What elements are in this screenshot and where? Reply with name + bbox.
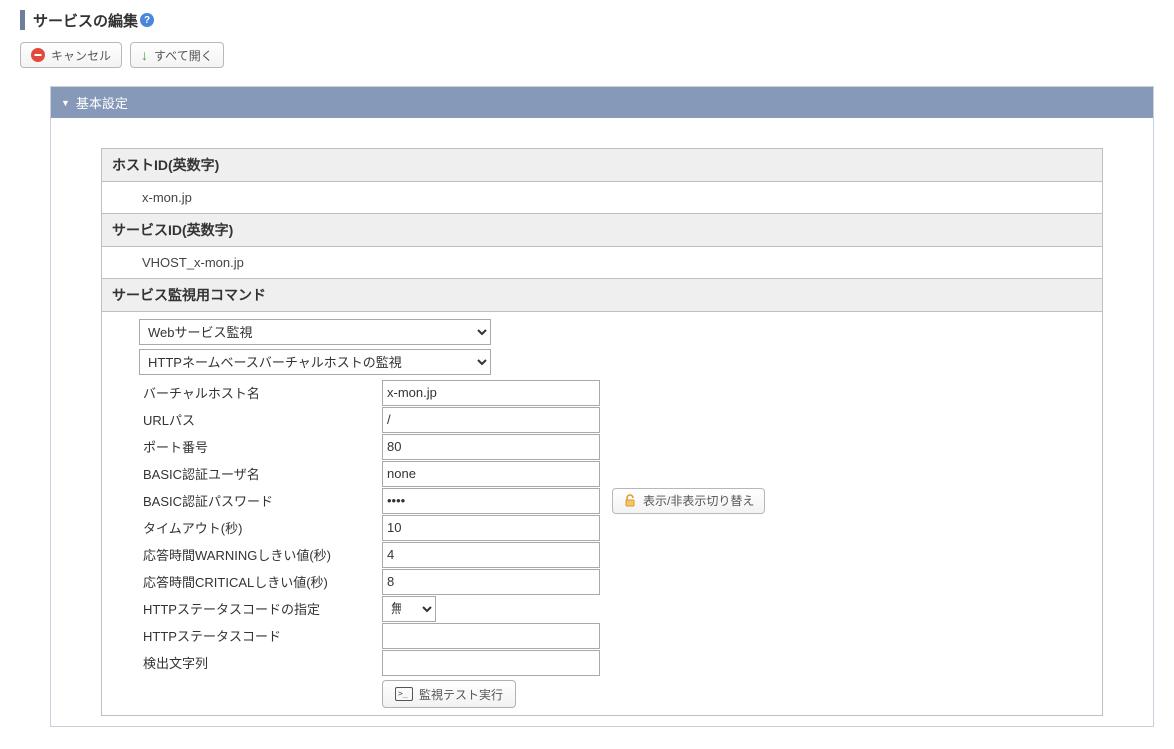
warn-input[interactable] — [382, 542, 600, 568]
command-category-select[interactable]: Webサービス監視 — [139, 319, 491, 345]
expand-all-label: すべて開く — [154, 47, 213, 64]
cancel-button-label: キャンセル — [51, 47, 111, 64]
cancel-icon — [31, 48, 45, 62]
basic-settings-header[interactable]: ▼ 基本設定 — [51, 87, 1153, 118]
toolbar: キャンセル ↓ すべて開く — [20, 42, 1154, 68]
http-status-mode-select[interactable]: 無効 — [382, 596, 436, 622]
timeout-label: タイムアウト(秒) — [139, 514, 378, 541]
collapse-icon: ▼ — [61, 98, 70, 108]
detect-string-label: 検出文字列 — [139, 649, 378, 676]
command-label: サービス監視用コマンド — [102, 279, 1103, 312]
run-test-label: 監視テスト実行 — [419, 686, 503, 703]
page-title: サービスの編集 — [33, 10, 138, 31]
vhost-input[interactable] — [382, 380, 600, 406]
basic-pass-input[interactable] — [382, 488, 600, 514]
port-label: ポート番号 — [139, 433, 378, 460]
expand-all-button[interactable]: ↓ すべて開く — [130, 42, 224, 68]
terminal-icon: >_ — [395, 687, 413, 701]
page-title-bar: サービスの編集 ? — [20, 10, 1154, 30]
command-plugin-select[interactable]: HTTPネームベースバーチャルホストの監視 — [139, 349, 491, 375]
toggle-password-button[interactable]: 表示/非表示切り替え — [612, 488, 765, 514]
basic-pass-label: BASIC認証パスワード — [139, 487, 378, 514]
help-icon[interactable]: ? — [140, 13, 154, 27]
crit-input[interactable] — [382, 569, 600, 595]
unlock-icon — [623, 494, 637, 508]
http-status-mode-label: HTTPステータスコードの指定 — [139, 595, 378, 622]
warn-label: 応答時間WARNINGしきい値(秒) — [139, 541, 378, 568]
basic-settings-panel: ▼ 基本設定 ホストID(英数字) x-mon.jp サービスID(英数字) V… — [50, 86, 1154, 727]
arrow-down-icon: ↓ — [141, 47, 148, 63]
run-test-button[interactable]: >_ 監視テスト実行 — [382, 680, 516, 708]
host-id-value: x-mon.jp — [102, 182, 1103, 214]
basic-user-input[interactable] — [382, 461, 600, 487]
service-id-label: サービスID(英数字) — [102, 214, 1103, 247]
vhost-label: バーチャルホスト名 — [139, 379, 378, 406]
detect-string-input[interactable] — [382, 650, 600, 676]
host-id-label: ホストID(英数字) — [102, 149, 1103, 182]
settings-table: ホストID(英数字) x-mon.jp サービスID(英数字) VHOST_x-… — [101, 148, 1103, 716]
basic-user-label: BASIC認証ユーザ名 — [139, 460, 378, 487]
crit-label: 応答時間CRITICALしきい値(秒) — [139, 568, 378, 595]
panel-title: 基本設定 — [76, 93, 128, 112]
http-status-input[interactable] — [382, 623, 600, 649]
port-input[interactable] — [382, 434, 600, 460]
http-status-label: HTTPステータスコード — [139, 622, 378, 649]
urlpath-label: URLパス — [139, 406, 378, 433]
urlpath-input[interactable] — [382, 407, 600, 433]
timeout-input[interactable] — [382, 515, 600, 541]
cancel-button[interactable]: キャンセル — [20, 42, 122, 68]
toggle-password-label: 表示/非表示切り替え — [643, 492, 754, 509]
service-id-value: VHOST_x-mon.jp — [102, 247, 1103, 279]
